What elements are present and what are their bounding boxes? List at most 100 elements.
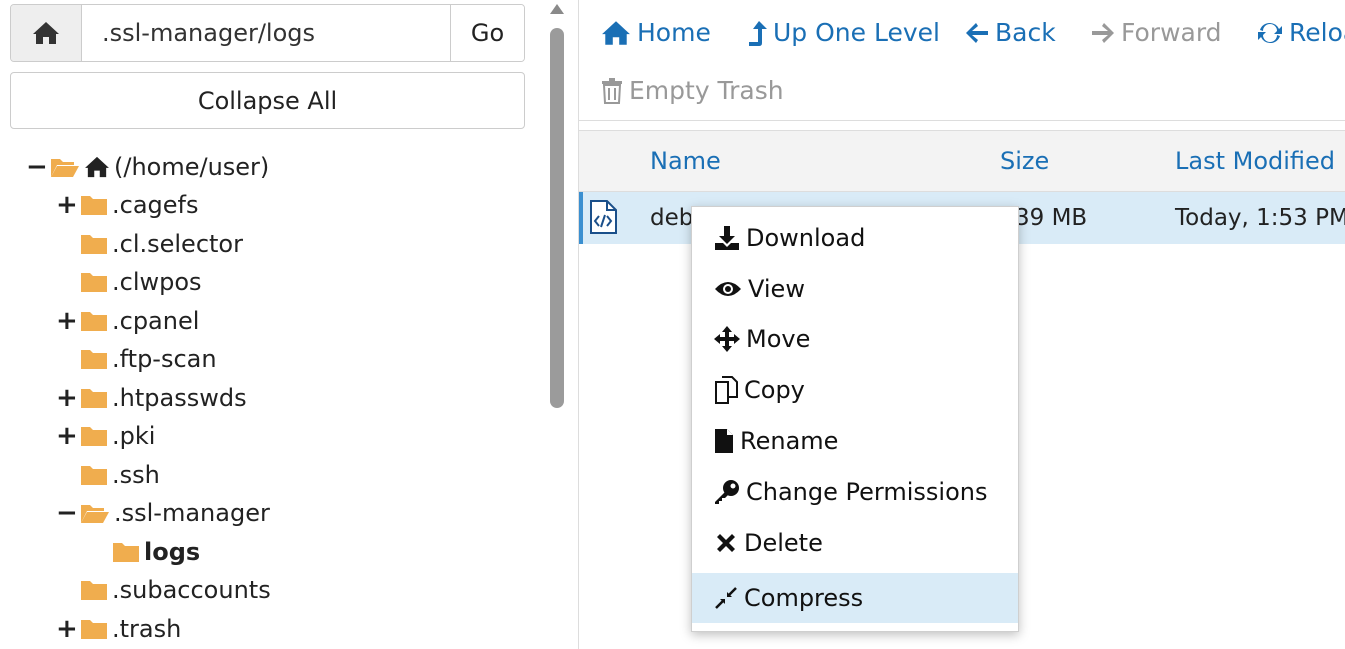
tree-item-ftp-scan[interactable]: .ftp-scan [56,340,217,378]
back-button[interactable]: Back [965,18,1056,47]
menu-item-label: Move [746,325,811,353]
home-button-label: Home [637,18,711,47]
tree-item-label: .clwpos [112,268,202,296]
menu-item-rename[interactable]: Rename [692,416,1018,466]
collapse-all-button[interactable]: Collapse All [10,72,525,129]
reload-button-label: Reloa [1289,18,1345,47]
tree-item-home[interactable]: − (/home/user) [26,148,269,186]
tree-item-ssh[interactable]: .ssh [56,456,160,494]
menu-item-label: Download [746,224,866,252]
folder-icon [81,350,107,369]
menu-item-label: View [748,275,805,303]
expand-toggle-icon[interactable]: + [56,616,78,642]
tree-item-label: .ssh [112,461,160,489]
table-header: Name Size Last Modified [579,131,1345,192]
folder-icon [81,581,107,600]
tree-item-label: .cagefs [112,191,199,219]
file-manager-app: Go Collapse All − (/home/user) + .cagef [0,0,1345,649]
arrow-left-icon [966,22,988,43]
menu-item-view[interactable]: View [692,264,1018,314]
menu-item-label: Compress [744,584,864,612]
empty-trash-label: Empty Trash [629,76,784,105]
tree-item-label: .cpanel [112,307,200,335]
eye-icon [715,282,741,296]
folder-icon [81,466,107,485]
folder-icon [81,235,107,254]
tree-item-label: .cl.selector [112,230,243,258]
menu-item-copy[interactable]: Copy [692,365,1018,415]
menu-item-label: Delete [744,529,823,557]
home-button[interactable]: Home [601,18,711,47]
close-icon [717,534,735,552]
tree-item-label: .htpasswds [112,384,247,412]
folder-icon [81,312,107,331]
path-home-button[interactable] [11,5,82,61]
sidebar: Go Collapse All − (/home/user) + .cagef [0,0,545,649]
home-icon [33,22,59,44]
column-header-last-modified[interactable]: Last Modified [1175,147,1335,175]
copy-icon [715,376,738,404]
tree-item-clwpos[interactable]: .clwpos [56,263,202,301]
tree-item-label: .pki [112,422,156,450]
menu-item-move[interactable]: Move [692,314,1018,364]
empty-trash-button[interactable]: Empty Trash [601,76,784,105]
folder-icon [81,620,107,639]
tree-item-label: .ftp-scan [112,345,217,373]
forward-button-label: Forward [1121,18,1222,47]
tree-item-cl-selector[interactable]: .cl.selector [56,225,243,263]
compress-icon [715,587,737,609]
toolbar: Home Up One Level Back Forward Relo Empt… [579,0,1345,121]
home-icon [602,20,630,45]
forward-button[interactable]: Forward [1091,18,1222,47]
tree-item-ssl-manager[interactable]: − .ssl-manager [56,494,270,532]
menu-item-download[interactable]: Download [692,213,1018,263]
move-arrows-icon [714,326,740,352]
path-bar: Go [10,4,525,62]
reload-button[interactable]: Reloa [1257,18,1345,47]
tree-item-cpanel[interactable]: + .cpanel [56,302,199,340]
up-one-level-label: Up One Level [773,18,940,47]
go-button[interactable]: Go [450,5,524,61]
folder-icon [81,196,107,215]
tree-item-label: logs [144,538,201,566]
scroll-up-arrow-icon[interactable] [550,4,564,14]
menu-item-label: Change Permissions [746,478,988,506]
tree-item-label: .trash [112,615,182,643]
column-header-name[interactable]: Name [650,147,721,175]
back-button-label: Back [995,18,1056,47]
folder-icon [81,273,107,292]
tree-item-logs[interactable]: logs [88,533,200,571]
menu-item-compress[interactable]: Compress [692,573,1018,623]
collapse-toggle-icon[interactable]: − [56,500,78,526]
tree-item-htpasswds[interactable]: + .htpasswds [56,379,247,417]
tree-item-trash[interactable]: + .trash [56,610,181,648]
arrow-right-icon [1092,22,1114,43]
collapse-toggle-icon[interactable]: − [26,154,48,180]
file-icon [715,429,733,453]
file-name[interactable]: deb [650,205,693,231]
tree-item-cagefs[interactable]: + .cagefs [56,186,198,224]
menu-item-label: Copy [744,376,805,404]
expand-toggle-icon[interactable]: + [56,192,78,218]
folder-open-icon [81,505,109,523]
level-up-icon [749,20,767,46]
home-icon [85,156,109,178]
sidebar-scrollbar[interactable] [550,28,564,408]
key-icon [715,480,739,504]
tree-item-label: .subaccounts [112,576,271,604]
expand-toggle-icon[interactable]: + [56,308,78,334]
column-header-size[interactable]: Size [1000,147,1049,175]
menu-item-delete[interactable]: Delete [692,518,1018,568]
tree-item-pki[interactable]: + .pki [56,417,155,455]
tree-item-subaccounts[interactable]: .subaccounts [56,571,271,609]
tree-item-label: .ssl-manager [114,499,270,527]
download-icon [715,226,739,250]
folder-icon [113,543,139,562]
file-last-modified: Today, 1:53 PM [1175,205,1345,231]
expand-toggle-icon[interactable]: + [56,423,78,449]
expand-toggle-icon[interactable]: + [56,385,78,411]
code-file-icon [590,200,617,234]
up-one-level-button[interactable]: Up One Level [747,18,940,47]
menu-item-change-permissions[interactable]: Change Permissions [692,467,1018,517]
path-input[interactable] [82,5,450,61]
